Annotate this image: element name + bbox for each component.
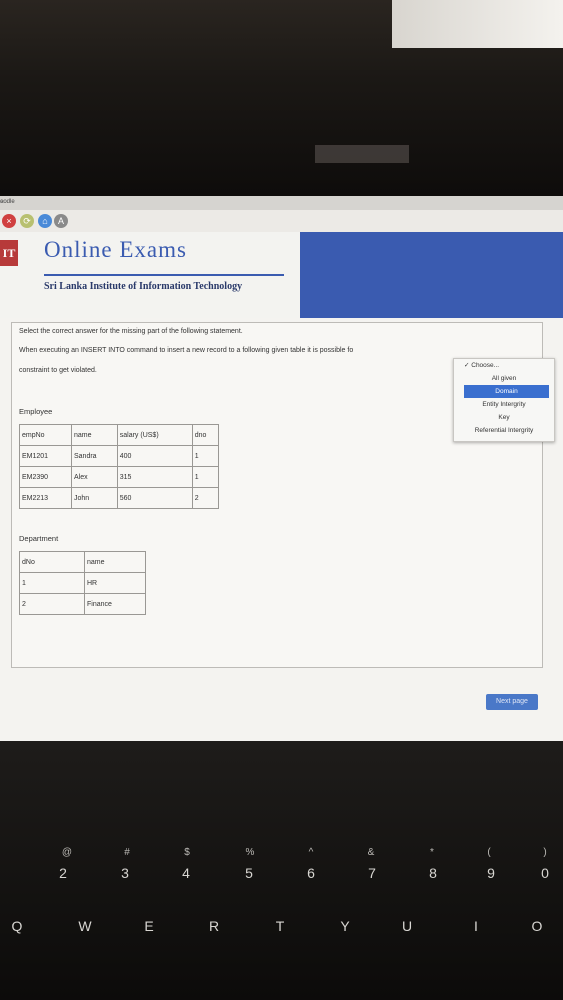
key-shift-label: ( (487, 847, 491, 858)
key-r[interactable]: R (199, 918, 229, 934)
close-tab-icon[interactable]: × (0, 199, 4, 206)
browser-screen: oodle × × ⟳ ⌂ A IT Online Exams Sri Lank… (0, 196, 563, 741)
key-o[interactable]: O (522, 918, 552, 934)
table-cell: EM2390 (19, 466, 72, 488)
key-e[interactable]: E (134, 918, 164, 934)
home-icon[interactable]: ⌂ (38, 214, 52, 228)
table-cell: 315 (116, 466, 193, 488)
toolbar-icons: × ⟳ ⌂ A (0, 210, 563, 232)
column-header: name (71, 424, 118, 446)
table-cell: 400 (116, 445, 193, 467)
table-cell: 1 (191, 445, 220, 467)
title-underline (44, 274, 284, 276)
key-9[interactable]: 9 (476, 865, 506, 881)
site-banner: IT Online Exams Sri Lanka Institute of I… (0, 232, 563, 318)
key-0[interactable]: 0 (530, 865, 560, 881)
table-row: EM2390 Alex 315 1 (19, 466, 220, 488)
column-header: name (84, 551, 146, 573)
column-header: empNo (19, 424, 72, 446)
key-y[interactable]: Y (330, 918, 360, 934)
refresh-icon[interactable]: ⟳ (20, 214, 34, 228)
site-title: Online Exams (44, 237, 187, 262)
dropdown-selected[interactable]: ✓ Choose... (454, 359, 554, 372)
question-text-line1: When executing an INSERT INTO command to… (19, 347, 354, 354)
table-cell: EM1201 (19, 445, 72, 467)
key-i[interactable]: I (461, 918, 491, 934)
close-icon[interactable]: × (2, 214, 16, 228)
table-row: 1 HR (19, 572, 146, 594)
key-shift-label: * (430, 847, 434, 858)
key-4[interactable]: 4 (171, 865, 201, 881)
table-cell: 560 (116, 487, 193, 509)
sliit-logo: IT (0, 240, 18, 266)
key-shift-label: $ (184, 847, 190, 858)
table-row: 2 Finance (19, 593, 146, 615)
table-cell: HR (84, 572, 146, 594)
table-row: EM1201 Sandra 400 1 (19, 445, 220, 467)
column-header: salary (US$) (116, 424, 193, 446)
key-5[interactable]: 5 (234, 865, 264, 881)
key-shift-label: @ (61, 847, 73, 858)
key-2[interactable]: 2 (48, 865, 78, 881)
employee-table: empNo name salary (US$) dno EM1201 Sandr… (19, 424, 220, 509)
dropdown-option[interactable]: Entity Intergrity (454, 398, 554, 411)
key-7[interactable]: 7 (357, 865, 387, 881)
column-header: dno (191, 424, 220, 446)
table-cell: 1 (191, 466, 220, 488)
site-subtitle: Sri Lanka Institute of Information Techn… (44, 281, 243, 292)
table-cell: 1 (19, 572, 85, 594)
key-3[interactable]: 3 (110, 865, 140, 881)
key-shift-label: ) (543, 847, 547, 858)
table-cell: 2 (191, 487, 220, 509)
key-q[interactable]: Q (2, 918, 32, 934)
department-table: dNo name 1 HR 2 Finance (19, 551, 146, 615)
background-paper (392, 0, 563, 48)
table-cell: John (71, 487, 118, 509)
translate-icon[interactable]: A (54, 214, 68, 228)
next-page-button[interactable]: Next page (486, 694, 538, 710)
table-cell: EM2213 (19, 487, 72, 509)
department-table-title: Department (19, 534, 59, 543)
laptop-keyboard: @ # $ % ^ & * ( ) 2 3 4 5 6 7 8 9 0 Q W … (0, 741, 563, 1000)
dropdown-option[interactable]: Referential Intergrity (454, 424, 554, 437)
question-intro: Select the correct answer for the missin… (19, 328, 243, 335)
table-cell: Alex (71, 466, 118, 488)
key-shift-label: # (124, 847, 130, 858)
key-shift-label: ^ (308, 847, 314, 858)
question-box: Select the correct answer for the missin… (11, 322, 555, 668)
dropdown-option-highlighted[interactable]: Domain (464, 385, 549, 398)
main-content: Select the correct answer for the missin… (0, 318, 563, 741)
table-header-row: empNo name salary (US$) dno (19, 424, 220, 446)
key-8[interactable]: 8 (418, 865, 448, 881)
dropdown-option[interactable]: Key (454, 411, 554, 424)
answer-dropdown[interactable]: ✓ Choose... All given Domain Entity Inte… (453, 358, 555, 442)
employee-table-title: Employee (19, 407, 53, 416)
banner-logo-area: IT Online Exams Sri Lanka Institute of I… (0, 232, 300, 318)
key-t[interactable]: T (265, 918, 295, 934)
table-cell: Sandra (71, 445, 118, 467)
table-row: EM2213 John 560 2 (19, 487, 220, 509)
table-header-row: dNo name (19, 551, 146, 573)
bezel-sticker (315, 145, 409, 163)
key-shift-label: & (367, 847, 375, 858)
key-shift-label: % (245, 847, 255, 858)
table-cell: 2 (19, 593, 85, 615)
column-header: dNo (19, 551, 85, 573)
table-cell: Finance (84, 593, 146, 615)
key-w[interactable]: W (70, 918, 100, 934)
key-6[interactable]: 6 (296, 865, 326, 881)
key-u[interactable]: U (392, 918, 422, 934)
dropdown-option[interactable]: All given (454, 372, 554, 385)
browser-tab-bar: oodle × (0, 196, 563, 210)
question-text-line2: constraint to get violated. (19, 367, 97, 374)
